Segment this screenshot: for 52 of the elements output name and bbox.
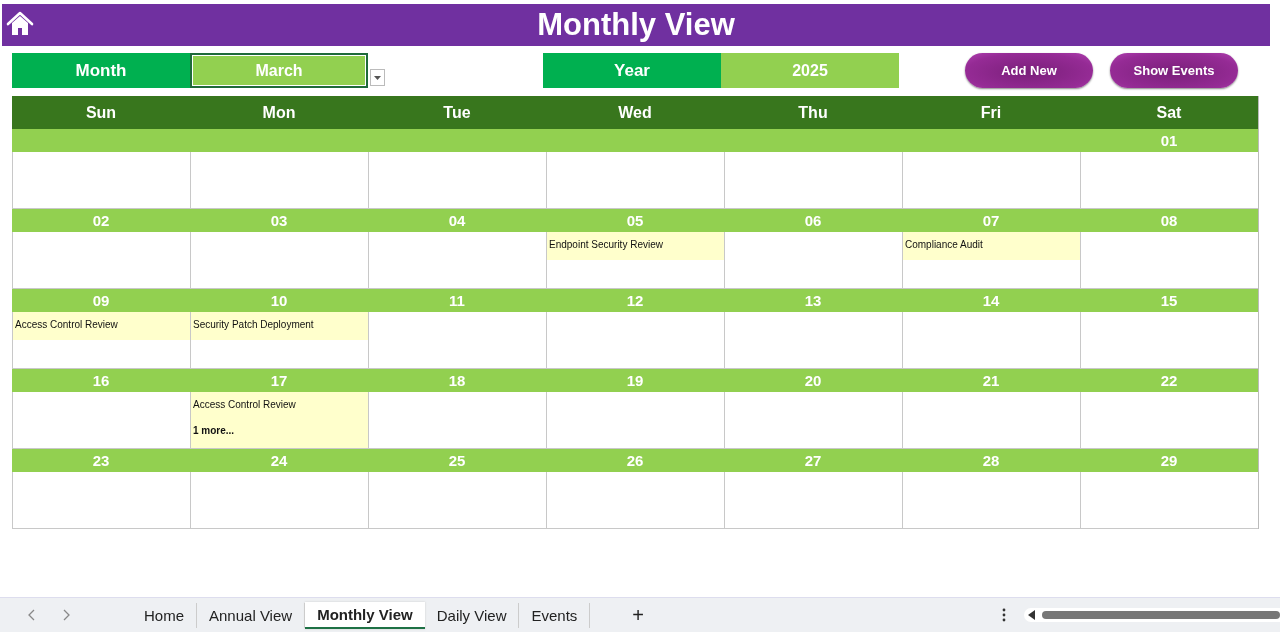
- date-number: 01: [1160, 132, 1178, 149]
- date-number: 03: [270, 212, 288, 229]
- weekday-header: Mon: [190, 96, 368, 129]
- weekday-header: Tue: [368, 96, 546, 129]
- date-number: 05: [626, 212, 644, 229]
- weekday-header: Sat: [1080, 96, 1258, 129]
- date-number: 02: [92, 212, 110, 229]
- add-sheet-button[interactable]: +: [632, 603, 644, 627]
- date-number: 07: [982, 212, 1000, 229]
- home-icon[interactable]: [6, 11, 34, 37]
- date-number: 10: [270, 292, 288, 309]
- date-number: 22: [1160, 372, 1178, 389]
- action-button[interactable]: Add New: [965, 53, 1093, 88]
- scroll-left-icon[interactable]: [1028, 610, 1036, 620]
- weekday-header: Wed: [546, 96, 724, 129]
- date-number: 09: [92, 292, 110, 309]
- date-number: 26: [626, 452, 644, 469]
- date-number: 11: [449, 292, 465, 309]
- sheet-tab[interactable]: Home: [132, 602, 197, 628]
- event-label[interactable]: Access Control Review: [193, 392, 366, 410]
- month-label: Month: [12, 53, 190, 88]
- date-number: 29: [1160, 452, 1178, 469]
- date-number: 20: [804, 372, 822, 389]
- weekday-header: Fri: [902, 96, 1080, 129]
- date-number: 18: [448, 372, 466, 389]
- date-number: 12: [626, 292, 644, 309]
- date-number: 27: [804, 452, 822, 469]
- date-number: 16: [92, 372, 110, 389]
- sheet-tab[interactable]: Daily View: [424, 602, 520, 628]
- date-number: 17: [270, 372, 288, 389]
- date-number: 19: [626, 372, 644, 389]
- date-number: 28: [982, 452, 1000, 469]
- date-number: 21: [982, 372, 1000, 389]
- date-number: 13: [804, 292, 822, 309]
- date-number: 06: [804, 212, 822, 229]
- action-button[interactable]: Show Events: [1110, 53, 1238, 88]
- more-options-icon[interactable]: [1002, 608, 1006, 622]
- date-number: 25: [448, 452, 466, 469]
- date-number: 04: [448, 212, 466, 229]
- date-number: 14: [982, 292, 1000, 309]
- date-number: 15: [1160, 292, 1178, 309]
- date-number: 08: [1160, 212, 1178, 229]
- weekday-header: Thu: [724, 96, 902, 129]
- date-number: 24: [270, 452, 288, 469]
- date-number: 23: [92, 452, 110, 469]
- sheet-tab[interactable]: Monthly View: [305, 601, 425, 629]
- page-title: Monthly View: [537, 7, 735, 43]
- sheet-tab[interactable]: Events: [519, 602, 591, 628]
- year-label: Year: [543, 53, 721, 88]
- weekday-header: Sun: [12, 96, 190, 129]
- more-link[interactable]: 1 more...: [193, 425, 366, 436]
- scrollbar-thumb[interactable]: [1042, 611, 1280, 619]
